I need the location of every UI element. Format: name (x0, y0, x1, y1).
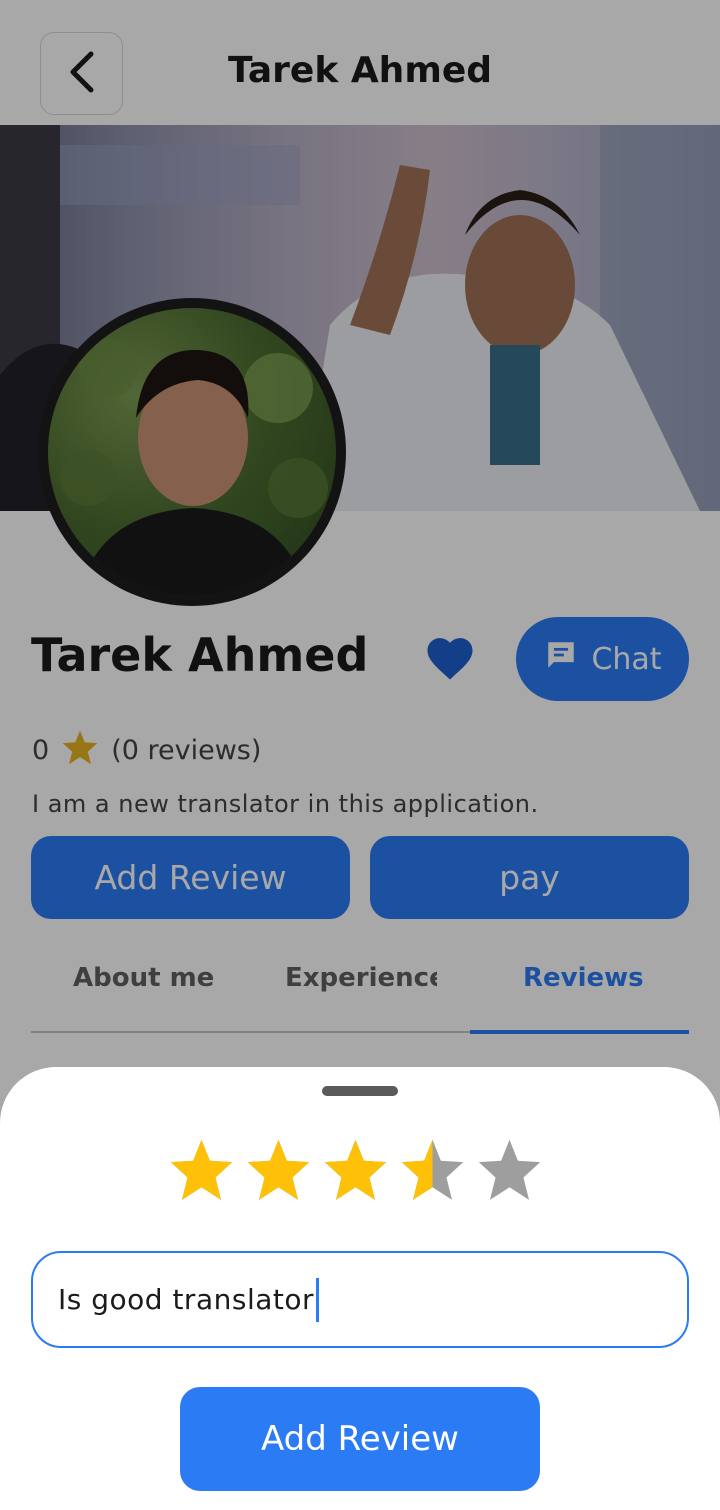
rating-star-4[interactable] (399, 1137, 466, 1204)
rating-star-5[interactable] (476, 1137, 543, 1204)
submit-review-button[interactable]: Add Review (180, 1387, 540, 1491)
review-bottom-sheet: Is good translator Add Review (0, 1067, 720, 1510)
rating-star-3[interactable] (322, 1137, 389, 1204)
rating-star-1[interactable] (168, 1137, 235, 1204)
rating-star-2[interactable] (245, 1137, 312, 1204)
review-input-value: Is good translator (58, 1283, 314, 1316)
review-text-input[interactable]: Is good translator (31, 1251, 689, 1348)
drag-handle[interactable] (322, 1086, 398, 1096)
text-caret (316, 1277, 319, 1322)
profile-page: Tarek Ahmed Tarek Ahmed Chat 0 (0 review… (0, 0, 720, 1510)
rating-stars[interactable] (168, 1137, 543, 1204)
